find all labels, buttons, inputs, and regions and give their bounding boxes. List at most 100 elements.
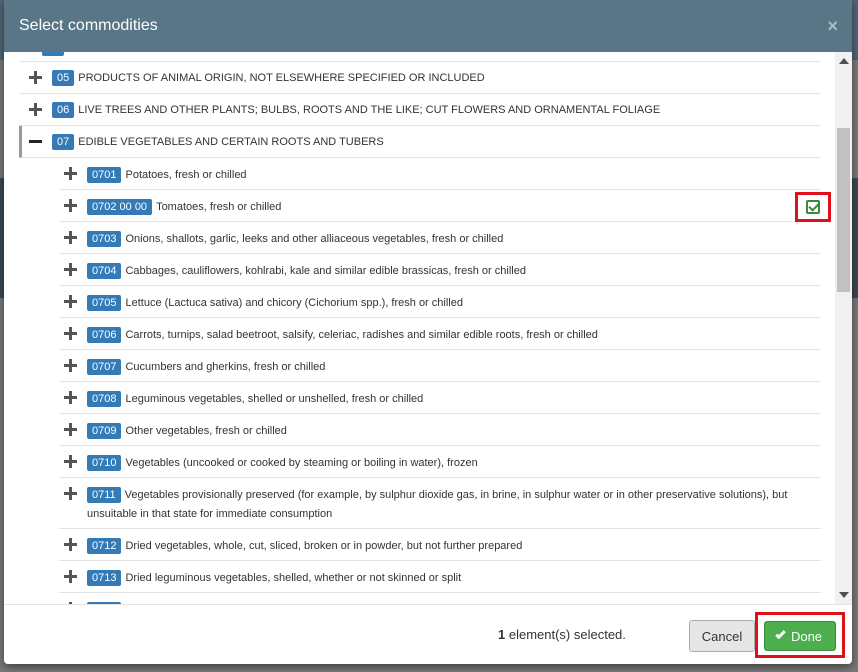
heading-row[interactable]: 0712 Dried vegetables, whole, cut, sliced… xyxy=(59,529,821,561)
chapter-row-07[interactable]: 07 EDIBLE VEGETABLES AND CERTAIN ROOTS A… xyxy=(19,126,821,158)
heading-row[interactable]: 0707 Cucumbers and gherkins, fresh or chi… xyxy=(59,350,821,382)
heading-code: 0701 xyxy=(87,167,122,183)
heading-text: 0703 Onions, shallots, garlic, leeks and … xyxy=(87,229,821,248)
heading-label: Onions, shallots, garlic, leeks and othe… xyxy=(125,233,504,245)
selected-suffix: element(s) selected. xyxy=(505,627,626,642)
heading-text: 0704 Cabbages, cauliflowers, kohlrabi, ka… xyxy=(87,261,821,280)
check-icon xyxy=(775,628,786,640)
heading-label: Vegetables (uncooked or cooked by steami… xyxy=(125,457,478,469)
chapter-code: 07 xyxy=(52,134,75,150)
heading-label: Tomatoes, fresh or chilled xyxy=(156,201,282,213)
heading-code: 0705 xyxy=(87,295,122,311)
expand-plus-icon[interactable] xyxy=(64,295,77,308)
select-commodities-modal: Select commodities × 05 PRODUCTS OF ANIM… xyxy=(4,0,852,664)
heading-code: 0711 xyxy=(87,487,121,503)
heading-text: 0712 Dried vegetables, whole, cut, sliced… xyxy=(87,536,821,555)
heading-code: 0713 xyxy=(87,570,122,586)
done-highlight-frame: Done xyxy=(755,612,845,658)
heading-text: 0706 Carrots, turnips, salad beetroot, sa… xyxy=(87,325,821,344)
expand-plus-icon[interactable] xyxy=(64,423,77,436)
scroll-down-arrow-icon[interactable] xyxy=(839,592,849,598)
heading-label: Cucumbers and gherkins, fresh or chilled xyxy=(125,361,326,373)
heading-label: Cabbages, cauliflowers, kohlrabi, kale a… xyxy=(125,265,526,277)
modal-header: Select commodities × xyxy=(4,0,852,52)
chapter-code: 05 xyxy=(52,70,75,86)
heading-row[interactable]: 0704 Cabbages, cauliflowers, kohlrabi, ka… xyxy=(59,254,821,286)
heading-code: 0708 xyxy=(87,391,122,407)
heading-text: 0701 Potatoes, fresh or chilled xyxy=(87,165,821,184)
commodity-list: 05 PRODUCTS OF ANIMAL ORIGIN, NOT ELSEWH… xyxy=(19,52,831,604)
chapter-row-06[interactable]: 06 LIVE TREES AND OTHER PLANTS; BULBS, R… xyxy=(19,94,821,126)
collapse-minus-icon[interactable] xyxy=(29,135,42,148)
heading-text: 0702 00 00 Tomatoes, fresh or chilled xyxy=(87,197,821,216)
chapter-code-badge xyxy=(42,52,64,56)
chapter-label: EDIBLE VEGETABLES AND CERTAIN ROOTS AND … xyxy=(78,136,384,148)
heading-row[interactable]: 0706 Carrots, turnips, salad beetroot, sa… xyxy=(59,318,821,350)
heading-text: 0709 Other vegetables, fresh or chilled xyxy=(87,421,821,440)
expand-plus-icon[interactable] xyxy=(64,327,77,340)
expand-plus-icon[interactable] xyxy=(64,231,77,244)
chapter-row-partial xyxy=(19,52,821,62)
heading-label: Other vegetables, fresh or chilled xyxy=(125,425,287,437)
heading-text: 0708 Leguminous vegetables, shelled or un… xyxy=(87,389,821,408)
scroll-up-arrow-icon[interactable] xyxy=(839,58,849,64)
expand-plus-icon[interactable] xyxy=(29,71,42,84)
expand-plus-icon[interactable] xyxy=(29,103,42,116)
heading-text: 0707 Cucumbers and gherkins, fresh or chi… xyxy=(87,357,821,376)
heading-text: 0711 Vegetables provisionally preserved (… xyxy=(87,485,821,523)
close-icon[interactable]: × xyxy=(827,16,838,37)
checked-checkbox-icon[interactable] xyxy=(806,200,820,214)
heading-label: Vegetables provisionally preserved (for … xyxy=(87,489,788,520)
modal-footer: 1 element(s) selected. Cancel Done xyxy=(4,604,852,664)
chapter-row-05[interactable]: 05 PRODUCTS OF ANIMAL ORIGIN, NOT ELSEWH… xyxy=(19,62,821,94)
expand-plus-icon[interactable] xyxy=(64,199,77,212)
heading-label: Potatoes, fresh or chilled xyxy=(125,169,247,181)
heading-code: 0710 xyxy=(87,455,122,471)
heading-row[interactable]: 0703 Onions, shallots, garlic, leeks and … xyxy=(59,222,821,254)
heading-row[interactable]: 0710 Vegetables (uncooked or cooked by st… xyxy=(59,446,821,478)
expand-plus-icon[interactable] xyxy=(64,570,77,583)
done-label: Done xyxy=(790,628,823,644)
heading-label: Dried vegetables, whole, cut, sliced, br… xyxy=(125,540,523,552)
modal-title: Select commodities xyxy=(19,17,158,34)
expand-plus-icon[interactable] xyxy=(64,538,77,551)
chapter-label: LIVE TREES AND OTHER PLANTS; BULBS, ROOT… xyxy=(78,104,661,116)
heading-code: 0707 xyxy=(87,359,122,375)
heading-row[interactable]: 0701 Potatoes, fresh or chilled xyxy=(59,158,821,190)
heading-code: 0702 00 00 xyxy=(87,199,153,215)
heading-code: 0709 xyxy=(87,423,122,439)
heading-row[interactable]: 0705 Lettuce (Lactuca sativa) and chicory… xyxy=(59,286,821,318)
expand-plus-icon[interactable] xyxy=(64,167,77,180)
selected-checkbox-frame xyxy=(795,192,831,222)
heading-label: Leguminous vegetables, shelled or unshel… xyxy=(125,393,424,405)
heading-row[interactable]: 0713 Dried leguminous vegetables, shelled… xyxy=(59,561,821,593)
heading-label: Carrots, turnips, salad beetroot, salsif… xyxy=(125,329,598,341)
heading-code: 0704 xyxy=(87,263,122,279)
heading-label: Lettuce (Lactuca sativa) and chicory (Ci… xyxy=(125,297,463,309)
expand-plus-icon[interactable] xyxy=(64,391,77,404)
heading-row[interactable]: 0711 Vegetables provisionally preserved (… xyxy=(59,478,821,529)
expand-plus-icon[interactable] xyxy=(64,359,77,372)
done-button[interactable]: Done xyxy=(764,621,836,651)
scroll-thumb[interactable] xyxy=(837,128,850,292)
chapter-code: 06 xyxy=(52,102,75,118)
heading-row[interactable]: 0702 00 00 Tomatoes, fresh or chilled xyxy=(59,190,831,222)
expand-plus-icon[interactable] xyxy=(64,263,77,276)
chapter-label: PRODUCTS OF ANIMAL ORIGIN, NOT ELSEWHERE… xyxy=(78,72,485,84)
heading-code: 0712 xyxy=(87,538,122,554)
heading-text: 0713 Dried leguminous vegetables, shelled… xyxy=(87,568,821,587)
heading-code: 0703 xyxy=(87,231,122,247)
heading-text: 0705 Lettuce (Lactuca sativa) and chicory… xyxy=(87,293,821,312)
heading-row[interactable]: 0708 Leguminous vegetables, shelled or un… xyxy=(59,382,821,414)
commodity-tree: 05 PRODUCTS OF ANIMAL ORIGIN, NOT ELSEWH… xyxy=(4,52,852,604)
heading-row[interactable]: 0709 Other vegetables, fresh or chilled xyxy=(59,414,821,446)
expand-plus-icon[interactable] xyxy=(64,455,77,468)
vertical-scrollbar[interactable] xyxy=(835,52,852,604)
expand-plus-icon[interactable] xyxy=(64,487,77,500)
selection-status: 1 element(s) selected. xyxy=(498,627,626,642)
heading-text: 0710 Vegetables (uncooked or cooked by st… xyxy=(87,453,821,472)
heading-code: 0706 xyxy=(87,327,122,343)
heading-label: Dried leguminous vegetables, shelled, wh… xyxy=(125,572,462,584)
cancel-button[interactable]: Cancel xyxy=(689,620,755,652)
heading-row[interactable]: 0714Manioc, arrowroot, salep, Jerusalem … xyxy=(59,593,821,604)
